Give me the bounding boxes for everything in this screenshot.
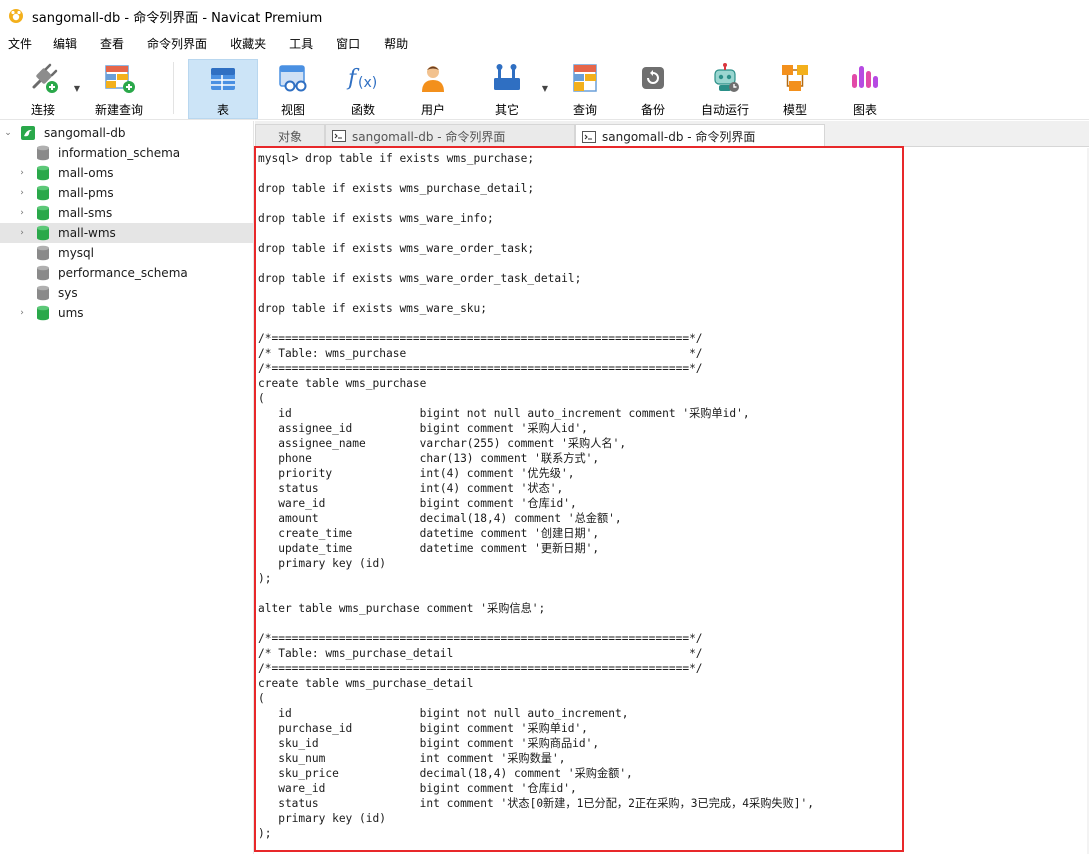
menu-edit[interactable]: 编辑 bbox=[45, 32, 85, 56]
menu-bar: 文件 编辑 查看 命令列界面 收藏夹 工具 窗口 帮助 bbox=[0, 32, 1089, 56]
menu-tools[interactable]: 工具 bbox=[281, 32, 321, 56]
chevron-right-icon[interactable]: › bbox=[16, 163, 28, 183]
other-dropdown-icon[interactable]: ▼ bbox=[542, 84, 548, 93]
tools-other-icon bbox=[494, 64, 520, 90]
query-icon bbox=[573, 64, 597, 92]
chevron-right-icon[interactable]: › bbox=[16, 203, 28, 223]
plug-connect-icon bbox=[32, 63, 58, 93]
database-icon bbox=[37, 285, 49, 301]
tree-item-mall-pms[interactable]: › mall-pms bbox=[0, 183, 253, 203]
menu-console[interactable]: 命令列界面 bbox=[139, 32, 215, 56]
database-icon bbox=[37, 245, 49, 261]
chevron-right-icon[interactable]: › bbox=[16, 223, 28, 243]
menu-help[interactable]: 帮助 bbox=[376, 32, 416, 56]
database-icon bbox=[37, 165, 49, 181]
database-icon bbox=[37, 145, 49, 161]
tree-item-information-schema[interactable]: information_schema bbox=[0, 143, 253, 163]
navicat-logo-icon bbox=[9, 9, 23, 23]
tree-item-mall-oms[interactable]: › mall-oms bbox=[0, 163, 253, 183]
table-icon bbox=[211, 68, 235, 90]
query-button[interactable]: 查询 bbox=[552, 58, 618, 118]
mysql-connection-icon bbox=[21, 126, 35, 140]
user-button[interactable]: 用户 bbox=[400, 58, 466, 118]
model-button[interactable]: 模型 bbox=[762, 58, 828, 118]
chart-button[interactable]: 图表 bbox=[832, 58, 898, 118]
tree-item-mysql[interactable]: mysql bbox=[0, 243, 253, 263]
tree-item-mall-wms[interactable]: › mall-wms bbox=[0, 223, 253, 243]
menu-file[interactable]: 文件 bbox=[0, 32, 40, 56]
tab-console-2[interactable]: sangomall-db - 命令列界面 bbox=[575, 124, 825, 148]
tab-console-1[interactable]: sangomall-db - 命令列界面 bbox=[325, 124, 575, 147]
user-icon bbox=[422, 66, 444, 92]
connect-button[interactable]: 连接 ▼ bbox=[18, 58, 80, 118]
main-toolbar: 连接 ▼ 新建查询 表 视图 f (x) 函数 用户 其它 ▼ 查询 备份 自动… bbox=[0, 56, 1089, 120]
terminal-icon bbox=[582, 130, 596, 143]
chevron-right-icon[interactable]: › bbox=[16, 183, 28, 203]
tab-bar: 对象 sangomall-db - 命令列界面 sangomall-db - 命… bbox=[255, 121, 1089, 148]
tree-item-ums[interactable]: › ums bbox=[0, 303, 253, 323]
backup-icon bbox=[642, 67, 664, 89]
window-title: sangomall-db - 命令列界面 - Navicat Premium bbox=[32, 10, 323, 26]
new-query-button[interactable]: 新建查询 bbox=[93, 58, 145, 118]
new-query-icon bbox=[105, 65, 135, 93]
robot-auto-run-icon bbox=[714, 63, 739, 92]
tree-item-performance-schema[interactable]: performance_schema bbox=[0, 263, 253, 283]
tab-objects[interactable]: 对象 bbox=[255, 124, 325, 147]
tree-item-sys[interactable]: sys bbox=[0, 283, 253, 303]
auto-run-button[interactable]: 自动运行 bbox=[692, 58, 758, 118]
database-icon bbox=[37, 205, 49, 221]
model-icon bbox=[782, 65, 808, 91]
menu-view[interactable]: 查看 bbox=[92, 32, 132, 56]
terminal-icon bbox=[332, 130, 346, 142]
console-output-area[interactable]: mysql> drop table if exists wms_purchase… bbox=[255, 148, 1089, 854]
database-icon bbox=[37, 265, 49, 281]
tree-item-mall-sms[interactable]: › mall-sms bbox=[0, 203, 253, 223]
view-button[interactable]: 视图 bbox=[260, 58, 326, 118]
other-button[interactable]: 其它 ▼ bbox=[474, 58, 548, 118]
chevron-right-icon[interactable]: › bbox=[16, 303, 28, 323]
connect-dropdown-icon[interactable]: ▼ bbox=[74, 84, 80, 93]
view-icon bbox=[279, 65, 307, 92]
connection-name: sangomall-db bbox=[44, 126, 126, 140]
chart-bars-icon bbox=[852, 66, 878, 88]
function-fx-icon: f (x) bbox=[346, 66, 377, 91]
console-text[interactable]: mysql> drop table if exists wms_purchase… bbox=[258, 151, 814, 841]
database-icon bbox=[37, 225, 49, 241]
chevron-down-icon[interactable]: ⌄ bbox=[2, 123, 14, 143]
database-icon bbox=[37, 305, 49, 321]
title-bar: sangomall-db - 命令列界面 - Navicat Premium bbox=[0, 0, 1089, 32]
menu-window[interactable]: 窗口 bbox=[328, 32, 368, 56]
backup-button[interactable]: 备份 bbox=[620, 58, 686, 118]
tree-connection[interactable]: ⌄ sangomall-db bbox=[0, 123, 253, 143]
svg-text:(x): (x) bbox=[358, 75, 377, 91]
connection-tree: ⌄ sangomall-db information_schema › mall… bbox=[0, 121, 254, 854]
toolbar-separator bbox=[173, 62, 174, 114]
menu-favorites[interactable]: 收藏夹 bbox=[222, 32, 274, 56]
function-button[interactable]: f (x) 函数 bbox=[330, 58, 396, 118]
database-icon bbox=[37, 185, 49, 201]
table-button[interactable]: 表 bbox=[188, 59, 258, 119]
